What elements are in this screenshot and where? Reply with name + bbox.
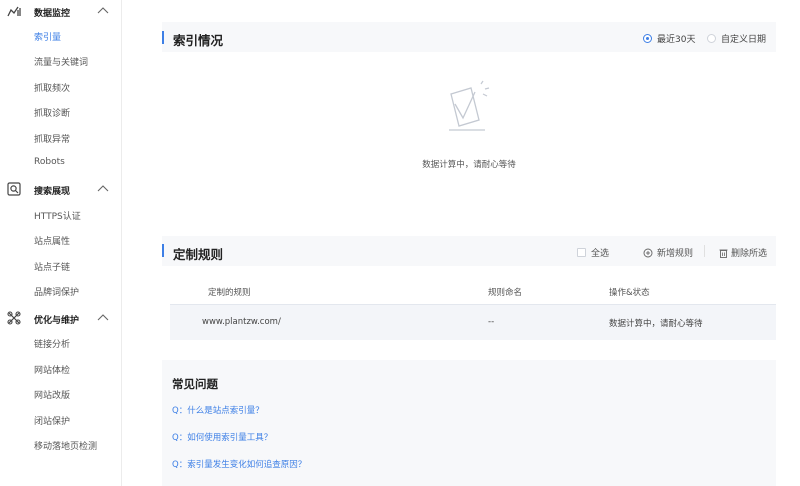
select-all-checkbox[interactable]: 全选 — [577, 246, 609, 259]
add-rule-label: 新增规则 — [657, 249, 694, 259]
sidebar-item-index-volume[interactable]: 索引量 — [34, 30, 61, 43]
rule-name-cell: -- — [488, 317, 495, 327]
column-header-name: 规则命名 — [488, 288, 523, 298]
sidebar-item-site-checkup[interactable]: 网站体检 — [34, 363, 70, 376]
sidebar-group-title: 优化与维护 — [34, 315, 80, 326]
main-content: 索引情况 最近30天 自定义日期 数据计算中，请耐心等待 定制规则 全选 新增规… — [122, 0, 800, 486]
column-header-status: 操作&状态 — [609, 288, 650, 298]
empty-state-text: 数据计算中，请耐心等待 — [422, 160, 516, 170]
sidebar-group-title: 搜索展现 — [34, 186, 71, 197]
delete-selected-button[interactable]: 删除所选 — [719, 246, 767, 259]
sidebar: 数据监控 索引量 流量与关键词 抓取频次 抓取诊断 抓取异常 Robots 搜索… — [0, 0, 122, 486]
radio-last-30-days[interactable]: 最近30天 — [643, 32, 695, 45]
column-header-rule: 定制的规则 — [208, 288, 251, 298]
rule-cell: www.plantzw.com/ — [202, 317, 281, 327]
tools-icon — [7, 311, 21, 325]
radio-label: 最近30天 — [657, 35, 696, 45]
chart-icon — [7, 6, 21, 17]
sidebar-item-site-attributes[interactable]: 站点属性 — [34, 234, 70, 247]
sidebar-item-brand-protection[interactable]: 品牌词保护 — [34, 285, 79, 298]
index-panel-header: 索引情况 最近30天 自定义日期 — [162, 22, 776, 52]
chevron-up-icon[interactable] — [97, 184, 109, 194]
sidebar-group-data-monitor[interactable]: 数据监控 — [0, 0, 122, 24]
rules-panel-title: 定制规则 — [173, 247, 224, 262]
index-panel-title: 索引情况 — [173, 33, 224, 48]
sidebar-group-search-display[interactable]: 搜索展现 — [0, 178, 122, 202]
sidebar-item-crawl-errors[interactable]: 抓取异常 — [34, 132, 70, 145]
sidebar-item-mobile-landing[interactable]: 移动落地页检测 — [34, 439, 97, 452]
rules-panel-header: 定制规则 全选 新增规则 删除所选 — [162, 236, 776, 266]
faq-link[interactable]: Q：如何使用索引量工具？ — [172, 431, 272, 443]
sidebar-item-traffic-keywords[interactable]: 流量与关键词 — [34, 55, 88, 68]
radio-dot — [643, 34, 652, 43]
radio-label: 自定义日期 — [721, 35, 767, 45]
faq-link[interactable]: Q：索引量发生变化如何追查原因？ — [172, 458, 306, 470]
plus-circle-icon — [643, 248, 653, 257]
chevron-up-icon[interactable] — [97, 6, 109, 16]
status-cell: 数据计算中，请耐心等待 — [609, 319, 703, 329]
sidebar-item-site-closure[interactable]: 闭站保护 — [34, 414, 70, 427]
faq-title: 常见问题 — [172, 377, 218, 391]
sidebar-item-link-analysis[interactable]: 链接分析 — [34, 337, 70, 350]
checkbox-label: 全选 — [591, 249, 610, 259]
trash-icon — [719, 249, 728, 258]
sidebar-item-crawl-frequency[interactable]: 抓取频次 — [34, 81, 70, 94]
search-display-icon — [7, 182, 21, 196]
sidebar-group-optimization[interactable]: 优化与维护 — [0, 307, 122, 331]
add-rule-button[interactable]: 新增规则 — [643, 246, 693, 259]
radio-dot — [707, 34, 716, 43]
empty-data-icon — [449, 80, 490, 131]
sidebar-group-title: 数据监控 — [34, 8, 71, 19]
toolbar-divider — [704, 245, 705, 257]
sidebar-item-robots[interactable]: Robots — [34, 157, 65, 167]
sidebar-item-sitelinks[interactable]: 站点子链 — [34, 260, 70, 273]
sidebar-item-crawl-diagnosis[interactable]: 抓取诊断 — [34, 106, 70, 119]
chevron-up-icon[interactable] — [97, 313, 109, 323]
sidebar-item-site-revision[interactable]: 网站改版 — [34, 388, 70, 401]
checkbox-box — [577, 248, 586, 257]
faq-link[interactable]: Q：什么是站点索引量？ — [172, 404, 264, 416]
radio-custom-date[interactable]: 自定义日期 — [707, 32, 766, 45]
delete-selected-label: 删除所选 — [731, 249, 768, 259]
sidebar-item-https[interactable]: HTTPS认证 — [34, 209, 81, 222]
